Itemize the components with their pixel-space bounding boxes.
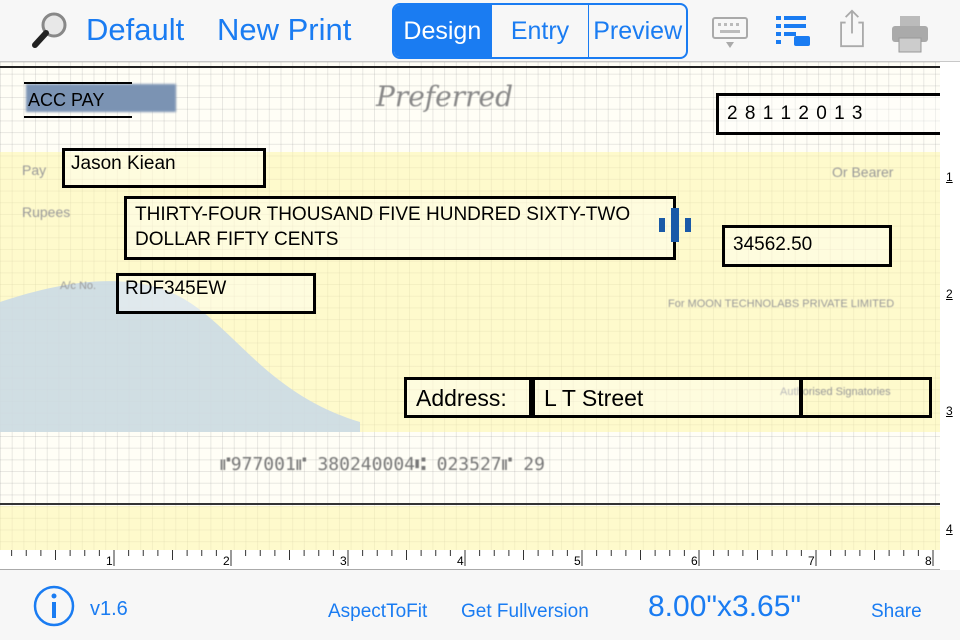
magnifier-icon[interactable] (30, 10, 70, 50)
address-value-field[interactable]: L T Street (532, 377, 802, 418)
ruler-label: 4 (946, 522, 953, 536)
date-field[interactable]: 2 8 1 1 2 0 1 3 (716, 93, 940, 135)
printer-icon[interactable] (890, 14, 930, 54)
or-bearer-label: Or Bearer (832, 164, 894, 180)
cheque-top-edge (0, 66, 940, 68)
design-canvas[interactable]: Preferred Pay Rupees Or Bearer A/c No. F… (0, 62, 940, 550)
margin-band (0, 506, 940, 550)
ruler-label: 2 (946, 287, 953, 301)
tab-entry[interactable]: Entry (490, 5, 589, 57)
info-icon[interactable] (32, 584, 76, 628)
cheque-bottom-edge (0, 503, 940, 505)
version-label: v1.6 (90, 598, 128, 620)
vertical-ruler: 1 2 3 4 (940, 62, 960, 570)
horizontal-ruler: 1 2 3 4 5 6 7 8 (0, 550, 940, 570)
address-label-field[interactable]: Address: (404, 377, 532, 418)
preferred-logo: Preferred (376, 80, 513, 113)
tab-design[interactable]: Design (394, 5, 491, 57)
ruler-label: 3 (340, 554, 347, 568)
resize-handle[interactable] (657, 208, 693, 242)
bottom-bar: v1.6 AspectToFit Get Fullversion 8.00"x3… (0, 570, 960, 640)
ruler-label: 8 (925, 554, 932, 568)
toolbar: Default New Print Design Entry Preview (0, 0, 960, 62)
ruler-label: 5 (574, 554, 581, 568)
company-label: For MOON TECHNOLABS PRIVATE LIMITED (668, 298, 895, 310)
new-print-button[interactable]: New Print (217, 12, 351, 48)
share-icon[interactable] (832, 8, 872, 48)
list-print-icon[interactable] (772, 12, 812, 52)
amount-field[interactable]: 34562.50 (722, 225, 892, 267)
aspect-to-fit-button[interactable]: AspectToFit (328, 601, 427, 623)
acno-label: A/c No. (60, 280, 97, 292)
default-button[interactable]: Default (86, 12, 184, 48)
payee-field[interactable]: Jason Kiean (62, 148, 266, 188)
paper-size-button[interactable]: 8.00"x3.65" (648, 590, 801, 624)
signature-box[interactable] (800, 377, 932, 418)
ruler-label: 2 (223, 554, 230, 568)
account-field[interactable]: RDF345EW (116, 273, 316, 314)
ruler-label: 4 (457, 554, 464, 568)
ruler-ticks (11, 550, 934, 566)
rupees-label: Rupees (22, 204, 71, 220)
ruler-label: 1 (946, 170, 953, 184)
ruler-label: 7 (808, 554, 815, 568)
acc-pay-field[interactable]: ACC PAY (24, 82, 132, 118)
get-fullversion-button[interactable]: Get Fullversion (461, 601, 589, 623)
ruler-label: 3 (946, 404, 953, 418)
ruler-label: 1 (106, 554, 113, 568)
pay-label: Pay (22, 162, 47, 178)
amount-words-field[interactable]: THIRTY-FOUR THOUSAND FIVE HUNDRED SIXTY-… (124, 196, 676, 260)
keyboard-icon[interactable] (710, 12, 750, 52)
tab-preview[interactable]: Preview (588, 5, 686, 57)
mode-segmented-control: Design Entry Preview (392, 3, 688, 59)
micr-line: ⑈977001⑈ 380240004⑆ 023527⑈ 29 (220, 454, 545, 475)
ruler-label: 6 (691, 554, 698, 568)
share-button[interactable]: Share (871, 601, 922, 623)
